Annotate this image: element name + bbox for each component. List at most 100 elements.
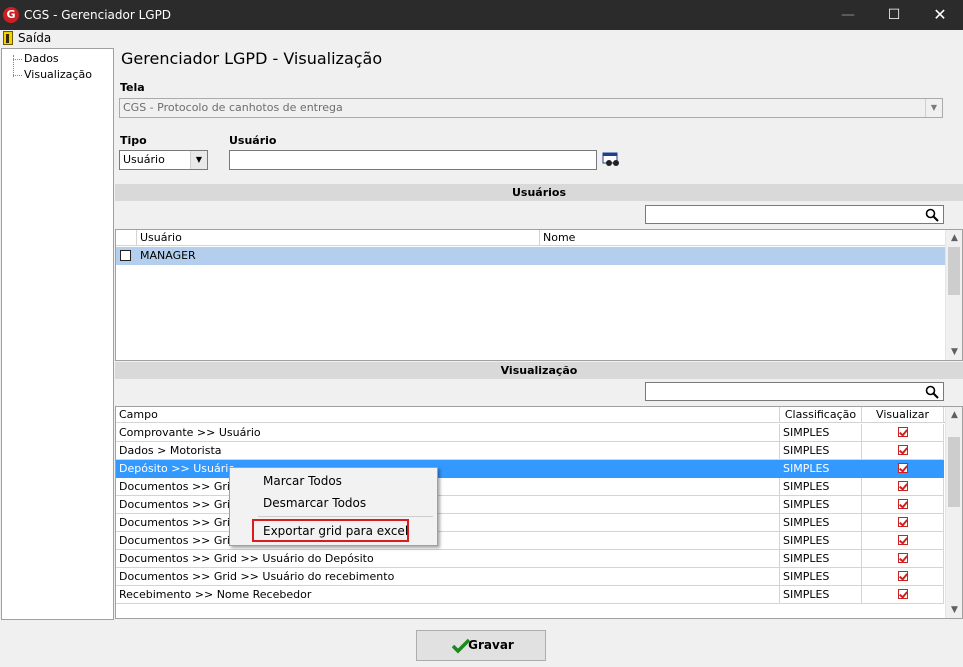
row-checkbox[interactable]	[116, 247, 137, 265]
window-title: CGS - Gerenciador LGPD	[24, 8, 172, 22]
classificacao-cell: SIMPLES	[780, 496, 862, 514]
checkmark-icon	[452, 638, 470, 654]
navigation-tree: Dados Visualização	[1, 48, 114, 620]
visualizacao-grid-header: Campo Classificação Visualizar	[116, 407, 946, 423]
checkbox-checked-icon[interactable]	[897, 463, 908, 473]
menu-saida[interactable]: Saída	[18, 31, 51, 45]
scroll-thumb[interactable]	[948, 247, 960, 295]
visualizar-checkbox[interactable]	[862, 460, 944, 478]
menu-bar: Saída	[0, 30, 963, 47]
scroll-thumb[interactable]	[948, 437, 960, 507]
classificacao-cell: SIMPLES	[780, 478, 862, 496]
checkbox-checked-icon[interactable]	[897, 445, 908, 455]
usuario-cell: MANAGER	[137, 247, 540, 265]
scroll-down-icon[interactable]: ▼	[946, 602, 962, 618]
checkbox-checked-icon[interactable]	[897, 427, 908, 437]
campo-cell: Dados > Motorista	[116, 442, 780, 460]
usuario-input[interactable]	[229, 150, 597, 170]
visualizar-checkbox[interactable]	[862, 496, 944, 514]
classificacao-cell: SIMPLES	[780, 532, 862, 550]
tipo-select[interactable]: Usuário ▼	[119, 150, 208, 170]
table-row[interactable]: Comprovante >> Usuário SIMPLES	[116, 424, 944, 442]
scroll-down-icon[interactable]: ▼	[946, 344, 962, 360]
checkbox-checked-icon[interactable]	[897, 499, 908, 509]
binoculars-search-icon[interactable]	[602, 152, 620, 168]
campo-cell: Comprovante >> Usuário	[116, 424, 780, 442]
checkbox-checked-icon[interactable]	[897, 553, 908, 563]
menu-item-exportar-excel[interactable]: Exportar grid para excel	[263, 524, 408, 538]
page-title: Gerenciador LGPD - Visualização	[121, 49, 383, 68]
usuario-label: Usuário	[229, 134, 277, 147]
campo-cell: Documentos >> Grid >>	[116, 532, 780, 550]
grid-header-spacer	[116, 230, 137, 246]
classificacao-cell: SIMPLES	[780, 460, 862, 478]
tree-item-visualizacao[interactable]: Visualização	[24, 68, 92, 81]
tipo-label: Tipo	[120, 134, 147, 147]
visualizacao-search-input[interactable]	[645, 382, 944, 401]
table-row[interactable]: Documentos >> Grid >> Usuário do recebim…	[116, 568, 944, 586]
table-row[interactable]: Recebimento >> Nome Recebedor SIMPLES	[116, 586, 944, 604]
table-row[interactable]: MANAGER	[116, 247, 946, 265]
column-header-visualizar[interactable]: Visualizar	[862, 407, 944, 423]
minimize-button[interactable]: —	[825, 0, 871, 30]
app-logo-icon: G	[3, 7, 19, 23]
usuarios-section-header: Usuários	[115, 184, 963, 201]
checkbox-checked-icon[interactable]	[897, 517, 908, 527]
visualizar-checkbox[interactable]	[862, 586, 944, 604]
search-icon[interactable]	[925, 385, 939, 399]
search-icon[interactable]	[925, 208, 939, 222]
visualizar-checkbox[interactable]	[862, 514, 944, 532]
visualizacao-scrollbar[interactable]: ▲ ▼	[945, 407, 962, 618]
column-header-nome[interactable]: Nome	[540, 230, 946, 246]
campo-cell: Recebimento >> Nome Recebedor	[116, 586, 780, 604]
scroll-up-icon[interactable]: ▲	[946, 407, 962, 423]
checkbox-checked-icon[interactable]	[897, 589, 908, 599]
tipo-value: Usuário	[123, 153, 165, 166]
visualizacao-section-header: Visualização	[115, 362, 963, 379]
scroll-up-icon[interactable]: ▲	[946, 230, 962, 246]
checkbox-checked-icon[interactable]	[897, 571, 908, 581]
title-bar: G CGS - Gerenciador LGPD — ☐ ✕	[0, 0, 963, 30]
tree-connector	[13, 59, 22, 60]
classificacao-cell: SIMPLES	[780, 424, 862, 442]
campo-cell: Depósito >> Usuário	[116, 460, 780, 478]
menu-item-marcar-todos[interactable]: Marcar Todos	[263, 474, 342, 488]
visualizar-checkbox[interactable]	[862, 442, 944, 460]
tela-value: CGS - Protocolo de canhotos de entrega	[123, 101, 343, 114]
visualizar-checkbox[interactable]	[862, 532, 944, 550]
campo-cell: Documentos >> Grid >>	[116, 478, 780, 496]
column-header-classificacao[interactable]: Classificação	[780, 407, 862, 423]
checkbox-checked-icon[interactable]	[897, 481, 908, 491]
classificacao-cell: SIMPLES	[780, 514, 862, 532]
table-row[interactable]: Dados > Motorista SIMPLES	[116, 442, 944, 460]
maximize-button[interactable]: ☐	[871, 0, 917, 30]
checkbox-checked-icon[interactable]	[897, 535, 908, 545]
classificacao-cell: SIMPLES	[780, 550, 862, 568]
tela-select[interactable]: CGS - Protocolo de canhotos de entrega ▼	[119, 98, 943, 118]
visualizar-checkbox[interactable]	[862, 424, 944, 442]
usuarios-search-input[interactable]	[645, 205, 944, 224]
visualizar-checkbox[interactable]	[862, 550, 944, 568]
classificacao-cell: SIMPLES	[780, 568, 862, 586]
campo-cell: Documentos >> Grid >>	[116, 514, 780, 532]
classificacao-cell: SIMPLES	[780, 586, 862, 604]
campo-cell: Documentos >> Grid >> Usuário do recebim…	[116, 568, 780, 586]
menu-item-desmarcar-todos[interactable]: Desmarcar Todos	[263, 496, 366, 510]
gravar-label: Gravar	[468, 638, 514, 652]
campo-cell: Documentos >> Grid >>	[116, 496, 780, 514]
table-row[interactable]: Documentos >> Grid >> Usuário do Depósit…	[116, 550, 944, 568]
column-header-usuario[interactable]: Usuário	[137, 230, 540, 246]
chevron-down-icon[interactable]: ▼	[925, 99, 942, 117]
chevron-down-icon[interactable]: ▼	[190, 151, 207, 169]
column-header-campo[interactable]: Campo	[116, 407, 780, 423]
nome-cell	[540, 247, 946, 265]
gravar-button[interactable]: Gravar	[416, 630, 546, 661]
usuarios-scrollbar[interactable]: ▲ ▼	[945, 230, 962, 360]
visualizar-checkbox[interactable]	[862, 478, 944, 496]
visualizar-checkbox[interactable]	[862, 568, 944, 586]
tela-label: Tela	[120, 81, 145, 94]
tree-item-dados[interactable]: Dados	[24, 52, 59, 65]
campo-cell: Documentos >> Grid >> Usuário do Depósit…	[116, 550, 780, 568]
exit-door-icon[interactable]	[3, 31, 13, 45]
close-button[interactable]: ✕	[917, 0, 963, 30]
